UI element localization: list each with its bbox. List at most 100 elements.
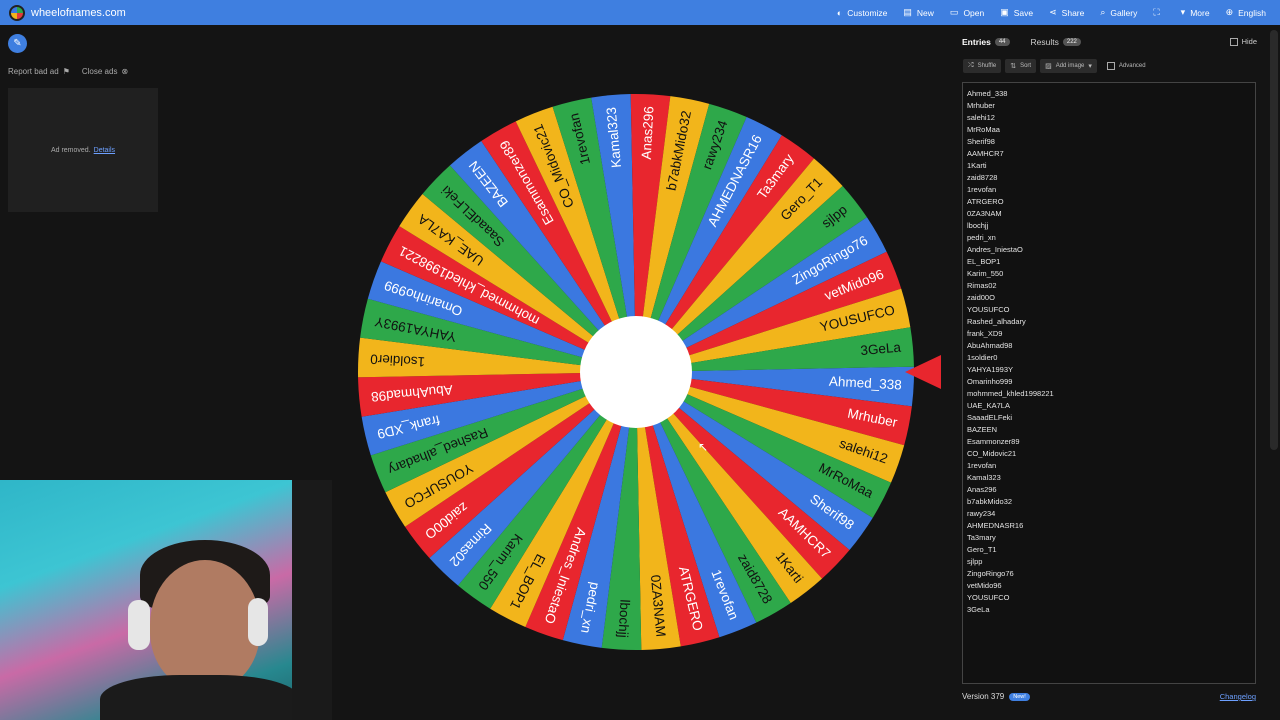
wheel[interactable]: Ahmed_338 Mrhuber salehi12 MrRoMaa Sherif98 A… (356, 92, 916, 652)
tab-results[interactable]: Results 222 (1031, 37, 1081, 47)
nav-item-label: Share (1061, 7, 1085, 18)
close-icon: ⊗ (121, 67, 129, 76)
entry-line[interactable]: Andres_IniestaO (967, 244, 1251, 256)
entry-line[interactable]: AHMEDNASR16 (967, 520, 1251, 532)
edit-pencil-button[interactable]: ✎ (8, 34, 27, 53)
entry-line[interactable]: 0ZA3NAM (967, 208, 1251, 220)
entry-line[interactable]: MrRoMaa (967, 124, 1251, 136)
entry-line[interactable]: YOUSUFCO (967, 304, 1251, 316)
entry-line[interactable]: Sherif98 (967, 136, 1251, 148)
panel-tabs: Entries 44 Results 222 Hide (955, 30, 1263, 54)
entry-line[interactable]: AAMHCR7 (967, 148, 1251, 160)
logo[interactable]: wheelofnames.com (9, 4, 126, 21)
entry-line[interactable]: salehi12 (967, 112, 1251, 124)
entry-line[interactable]: 1Karti (967, 160, 1251, 172)
nav-item-label: English (1238, 7, 1266, 18)
add-image-button[interactable]: ▨ Add image ▾ (1040, 59, 1097, 73)
entry-line[interactable]: pedri_xn (967, 232, 1251, 244)
hide-checkbox[interactable] (1229, 37, 1238, 46)
webcam-person-body (100, 675, 300, 720)
entry-line[interactable]: Rimas02 (967, 280, 1251, 292)
close-ads-link[interactable]: Close ads ⊗ (82, 67, 128, 76)
entry-line[interactable]: YOUSUFCO (967, 592, 1251, 604)
tab-results-label: Results (1030, 37, 1059, 47)
entry-line[interactable]: CO_Midovic21 (967, 448, 1251, 460)
top-bar: wheelofnames.com ◐ Customize ▤ New ▭ Open ▣ Sav… (0, 0, 1280, 25)
shuffle-label: Shuffle (977, 63, 997, 69)
ad-links: Report bad ad ⚑ Close ads ⊗ (8, 67, 128, 76)
nav-item-share[interactable]: ⋖ Share (1049, 7, 1084, 18)
entry-line[interactable]: BAZEEN (967, 424, 1251, 436)
side-panel: Entries 44 Results 222 Hide ⤮ Shuffle ⇅ Sort… (955, 30, 1263, 714)
entry-line[interactable]: Omarinho999 (967, 376, 1251, 388)
entry-line[interactable]: 1revofan (967, 460, 1251, 472)
entry-line[interactable]: Mrhuber (967, 100, 1251, 112)
sort-icon: ⇅ (1010, 63, 1017, 70)
changelog-link[interactable]: Changelog (1220, 692, 1256, 701)
entry-line[interactable]: AbuAhmad98 (967, 340, 1251, 352)
advanced-checkbox[interactable] (1106, 62, 1115, 70)
nav-item-label: Open (963, 7, 985, 18)
globe-icon: ⊕ (1225, 7, 1234, 17)
main-nav: ◐ Customize ▤ New ▭ Open ▣ Save ⋖ Share ⌕ Gallery ⛶ ▾… (821, 0, 1266, 25)
nav-item-more[interactable]: ▾ More (1181, 7, 1210, 18)
entry-line[interactable]: vetMido96 (967, 580, 1251, 592)
entry-line[interactable]: zaid00O (967, 292, 1251, 304)
entry-line[interactable]: YAHYA1993Y (967, 364, 1251, 376)
webcam-overlay (0, 480, 332, 720)
nav-item-english[interactable]: ⊕ English (1226, 7, 1266, 18)
add-image-label: Add image (1055, 63, 1085, 69)
nav-item-save[interactable]: ▣ Save (1000, 7, 1033, 18)
sort-button[interactable]: ⇅ Sort (1005, 59, 1037, 73)
wheel-slice-label: Anas296 (639, 106, 657, 160)
page-scrollbar[interactable] (1270, 30, 1278, 450)
sort-label: Sort (1020, 63, 1032, 69)
entry-line[interactable]: rawy234 (967, 508, 1251, 520)
entry-line[interactable]: b7abkMido32 (967, 496, 1251, 508)
entry-line[interactable]: 1soldier0 (967, 352, 1251, 364)
wheel-svg[interactable]: Ahmed_338Mrhubersalehi12MrRoMaaSherif98A… (356, 92, 916, 652)
entry-line[interactable]: zaid8728 (967, 172, 1251, 184)
entry-line[interactable]: ATRGERO (967, 196, 1251, 208)
nav-item-fullscreen[interactable]: ⛶ (1153, 7, 1164, 18)
entry-line[interactable]: sjlpp (967, 556, 1251, 568)
entry-line[interactable]: Gero_T1 (967, 544, 1251, 556)
nav-item-label: Customize (847, 7, 888, 18)
entry-line[interactable]: Karim_550 (967, 268, 1251, 280)
entry-line[interactable]: Rashed_alhadary (967, 316, 1251, 328)
flag-icon: ⚑ (62, 67, 70, 76)
entry-line[interactable]: Kamal323 (967, 472, 1251, 484)
entry-line[interactable]: 1revofan (967, 184, 1251, 196)
wheel-slice-label: 1soldier0 (370, 352, 426, 370)
entries-textarea[interactable]: Ahmed_338 Mrhuber salehi12 MrRoMaa Sherif98 A… (962, 82, 1256, 684)
report-bad-ad-label: Report bad ad (8, 67, 59, 76)
nav-item-gallery[interactable]: ⌕ Gallery (1100, 7, 1137, 18)
search-icon: ⌕ (1100, 7, 1106, 17)
entry-line[interactable]: ZingoRingo76 (967, 568, 1251, 580)
wheel-center-hub[interactable] (580, 316, 692, 428)
tab-entries[interactable]: Entries 44 (962, 37, 1010, 47)
shuffle-button[interactable]: ⤮ Shuffle (963, 59, 1002, 73)
nav-item-customize[interactable]: ◐ Customize (837, 8, 888, 18)
entry-line[interactable]: UAE_KA7LA (967, 400, 1251, 412)
mouse-cursor-icon: ↖ (698, 440, 709, 454)
hide-toggle[interactable]: Hide (1229, 37, 1257, 46)
ad-removed-text: Ad removed. (50, 146, 91, 154)
wheel-pointer-arrow (905, 355, 941, 389)
nav-item-new[interactable]: ▤ New (903, 7, 934, 18)
nav-item-open[interactable]: ▭ Open (950, 7, 984, 18)
entry-line[interactable]: frank_XD9 (967, 328, 1251, 340)
chevron-down-icon: ▾ (1088, 63, 1092, 70)
entry-line[interactable]: Anas296 (967, 484, 1251, 496)
entry-line[interactable]: lbochjj (967, 220, 1251, 232)
entry-line[interactable]: Ta3mary (967, 532, 1251, 544)
entry-line[interactable]: Ahmed_338 (967, 88, 1251, 100)
entry-line[interactable]: 3GeLa (967, 604, 1251, 616)
entry-line[interactable]: mohmmed_khled1998221 (967, 388, 1251, 400)
entry-line[interactable]: EL_BOP1 (967, 256, 1251, 268)
entry-line[interactable]: Esammonzer89 (967, 436, 1251, 448)
entry-line[interactable]: SaaadELFeki (967, 412, 1251, 424)
ad-details-link[interactable]: Details (94, 147, 115, 154)
report-bad-ad-link[interactable]: Report bad ad ⚑ (8, 67, 70, 76)
advanced-toggle[interactable]: Advanced (1106, 62, 1146, 70)
